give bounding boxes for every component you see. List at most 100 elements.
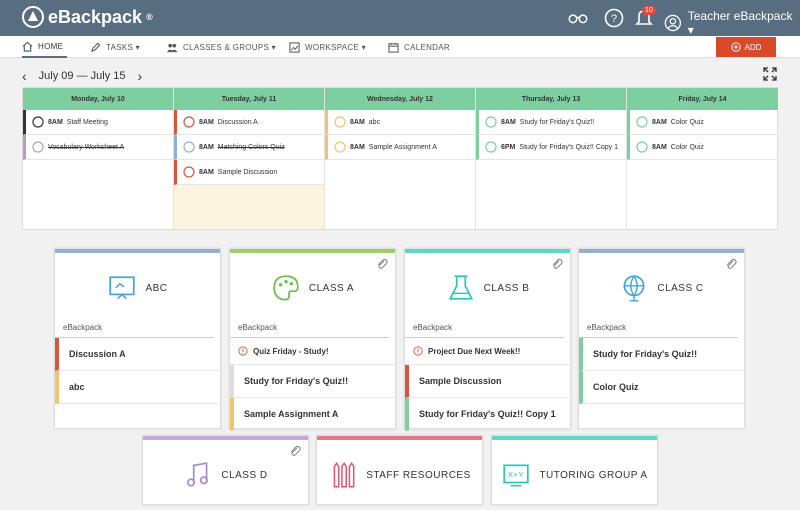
class-card[interactable]: CLASS C eBackpack Study for Friday's Quiz!… (578, 248, 745, 429)
calendar-day-header: Thursday, July 13 (476, 88, 626, 110)
class-card[interactable]: X+Y TUTORING GROUP A (491, 435, 658, 505)
card-title: CLASS D (221, 469, 268, 481)
next-week-button[interactable]: › (138, 68, 143, 84)
event-type-icon (485, 116, 497, 128)
event-time: 8AM (350, 143, 365, 151)
calendar-event[interactable]: 8AM Sample Discussion (174, 160, 324, 185)
alert-icon (238, 346, 248, 356)
card-title: ABC (145, 282, 168, 294)
whiteboard-icon (109, 276, 136, 300)
class-card[interactable]: STAFF RESOURCES (316, 435, 483, 505)
nav-classes-label: CLASSES & GROUPS ▾ (183, 42, 276, 52)
calendar-day-header: Tuesday, July 11 (174, 88, 324, 110)
card-header[interactable]: ABC (55, 253, 220, 323)
card-task-item[interactable]: Sample Discussion (405, 365, 570, 398)
class-card[interactable]: CLASS D (142, 435, 309, 505)
event-title: Color Quiz (670, 143, 704, 151)
calendar-day-header: Wednesday, July 12 (325, 88, 475, 110)
paperclip-icon[interactable] (288, 444, 302, 458)
globe-icon (623, 275, 645, 302)
beaker-icon (448, 275, 473, 300)
nav-tasks[interactable]: TASKS ▾ (90, 36, 140, 58)
calendar-day-header: Monday, July 10 (23, 88, 173, 110)
class-card[interactable]: CLASS A eBackpack Quiz Friday - Study! Stud… (229, 248, 396, 431)
card-task-item[interactable]: Study for Friday's Quiz!! (579, 338, 744, 371)
calendar-day-header: Friday, July 14 (627, 88, 778, 110)
calendar-day-column: Tuesday, July 11 8AM Discussion A 8AM Matchi… (174, 88, 325, 229)
event-title: Sample Assignment A (368, 143, 437, 151)
class-card[interactable]: CLASS B eBackpack Project Due Next Week!! S… (404, 248, 571, 431)
card-title: CLASS C (657, 282, 704, 294)
event-type-icon (183, 166, 195, 178)
alert-icon (413, 346, 423, 356)
calendar-event[interactable]: 8AM Matching Colors Quiz (174, 135, 324, 160)
prev-week-button[interactable]: ‹ (22, 68, 27, 84)
event-title: abc (368, 118, 381, 126)
card-announcement[interactable]: Quiz Friday - Study! (230, 338, 395, 365)
calendar-event[interactable]: 6PM Study for Friday's Quiz!! Copy 1 (476, 135, 626, 160)
paperclip-icon[interactable] (550, 257, 564, 271)
calendar-event[interactable]: 8AM Color Quiz (627, 135, 778, 160)
nav-home-label: HOME (38, 41, 64, 51)
app-logo[interactable]: eBackpack ® (22, 6, 153, 28)
card-announcement[interactable]: Project Due Next Week!! (405, 338, 570, 365)
user-menu[interactable]: Teacher eBackpack ▾ (664, 9, 800, 37)
plus-circle-icon (730, 42, 741, 52)
user-avatar-icon (664, 14, 682, 32)
calendar-day-column: Thursday, July 13 8AM Study for Friday's Q… (476, 88, 627, 229)
event-time: 8AM (350, 118, 365, 126)
week-range: July 09 — July 15 (38, 70, 126, 82)
expand-icon[interactable] (763, 67, 777, 81)
event-type-icon (32, 116, 44, 128)
help-icon[interactable]: ? (604, 8, 624, 28)
card-task-item[interactable]: Sample Assignment A (230, 398, 395, 431)
calendar-day-column: Wednesday, July 12 8AM abc 8AM Sample Assign… (325, 88, 476, 229)
card-announcement-text: Project Due Next Week!! (428, 346, 521, 356)
add-button[interactable]: ADD (716, 37, 776, 57)
calendar-event[interactable]: 8AM abc (325, 110, 475, 135)
nav-home[interactable]: HOME (22, 36, 68, 58)
pencil-icon (91, 42, 101, 52)
user-label: Teacher eBackpack ▾ (687, 9, 793, 37)
calendar-icon (388, 42, 399, 53)
home-icon (22, 41, 33, 52)
calendar-event[interactable]: Vocabulary Worksheet A (23, 135, 173, 160)
card-title: CLASS A (308, 282, 355, 294)
glasses-icon[interactable] (568, 8, 588, 28)
event-title: Vocabulary Worksheet A (48, 143, 125, 151)
card-header[interactable]: CLASS A (230, 253, 395, 323)
card-owner: eBackpack (55, 323, 214, 338)
nav-workspace[interactable]: WORKSPACE ▾ (289, 36, 366, 58)
paperclip-icon[interactable] (375, 257, 389, 271)
calendar-event[interactable]: 8AM Study for Friday's Quiz!! (476, 110, 626, 135)
calendar-event[interactable]: 8AM Sample Assignment A (325, 135, 475, 160)
nav-calendar[interactable]: CALENDAR (388, 36, 450, 58)
card-title: TUTORING GROUP A (539, 469, 648, 481)
card-task-item[interactable]: abc (55, 371, 220, 404)
event-title: Matching Colors Quiz (217, 143, 285, 151)
event-type-icon (334, 141, 346, 153)
card-header[interactable]: CLASS B (405, 253, 570, 323)
event-type-icon (485, 141, 497, 153)
math-icon: X+Y (503, 464, 530, 487)
paperclip-icon[interactable] (724, 257, 738, 271)
class-card[interactable]: ABC eBackpack Discussion Aabc (54, 248, 221, 429)
event-title: Discussion A (217, 118, 258, 126)
nav-classes-groups[interactable]: CLASSES & GROUPS ▾ (166, 36, 276, 58)
calendar-event[interactable]: 8AM Staff Meeting (23, 110, 173, 135)
event-time: 6PM (501, 143, 516, 151)
backpack-logo-icon (22, 6, 44, 28)
workspace-icon (289, 41, 300, 53)
card-task-item[interactable]: Color Quiz (579, 371, 744, 404)
calendar-event[interactable]: 8AM Color Quiz (627, 110, 778, 135)
calendar-day-column: Friday, July 14 8AM Color Quiz 8AM Color Qui… (627, 88, 778, 229)
card-owner: eBackpack (579, 323, 738, 338)
calendar-event[interactable]: 8AM Discussion A (174, 110, 324, 135)
notification-badge: 10 (642, 6, 656, 15)
card-task-item[interactable]: Study for Friday's Quiz!! Copy 1 (405, 398, 570, 431)
event-type-icon (636, 116, 648, 128)
event-time: 8AM (199, 118, 214, 126)
card-header[interactable]: CLASS C (579, 253, 744, 323)
card-task-item[interactable]: Discussion A (55, 338, 220, 371)
card-task-item[interactable]: Study for Friday's Quiz!! (230, 365, 395, 398)
